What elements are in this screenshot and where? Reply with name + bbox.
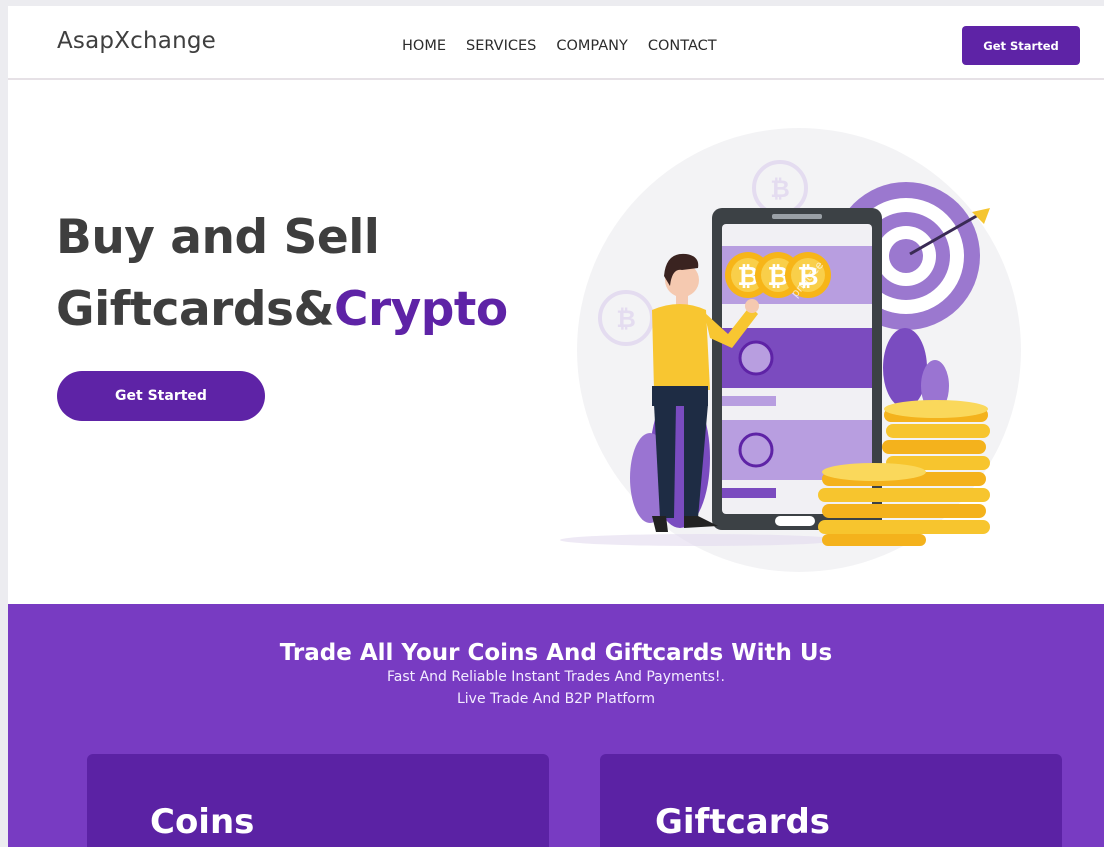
hero-get-started-button[interactable]: Get Started: [57, 371, 265, 421]
trade-subtitle-line2: Live Trade And B2P Platform: [456, 691, 656, 707]
coins-card-title: Coins: [150, 802, 255, 842]
nav-home[interactable]: HOME: [402, 38, 446, 54]
header-get-started-button[interactable]: Get Started: [962, 26, 1080, 65]
trade-section: Trade All Your Coins And Giftcards With …: [8, 604, 1104, 847]
hero-title-accent: Crypto: [333, 282, 508, 337]
main-nav: HOME SERVICES COMPANY CONTACT: [402, 38, 737, 54]
brand-logo[interactable]: AsapXchange: [57, 28, 216, 54]
page: AsapXchange HOME SERVICES COMPANY CONTAC…: [8, 6, 1104, 847]
navbar: AsapXchange HOME SERVICES COMPANY CONTAC…: [8, 6, 1104, 80]
nav-services[interactable]: SERVICES: [466, 38, 536, 54]
giftcards-card[interactable]: Giftcards: [600, 754, 1062, 847]
trade-subtitle-line1: Fast And Reliable Instant Trades And Pay…: [387, 669, 725, 685]
svg-text:₿: ₿: [616, 305, 636, 333]
giftcards-card-title: Giftcards: [655, 802, 831, 842]
hero-title-line1: Buy and Sell: [56, 210, 380, 265]
svg-text:₿: ₿: [770, 175, 790, 203]
coins-card[interactable]: Coins: [87, 754, 549, 847]
nav-contact[interactable]: CONTACT: [648, 38, 717, 54]
hero-title: Buy and Sell Giftcards&Crypto: [56, 202, 508, 346]
crypto-trading-illustration: ₿ ₿ ₿ ₿ ₿ pngtree: [560, 128, 1021, 572]
nav-company[interactable]: COMPANY: [556, 38, 628, 54]
hero-title-line2: Giftcards&: [56, 282, 334, 337]
trade-title: Trade All Your Coins And Giftcards With …: [279, 640, 833, 666]
